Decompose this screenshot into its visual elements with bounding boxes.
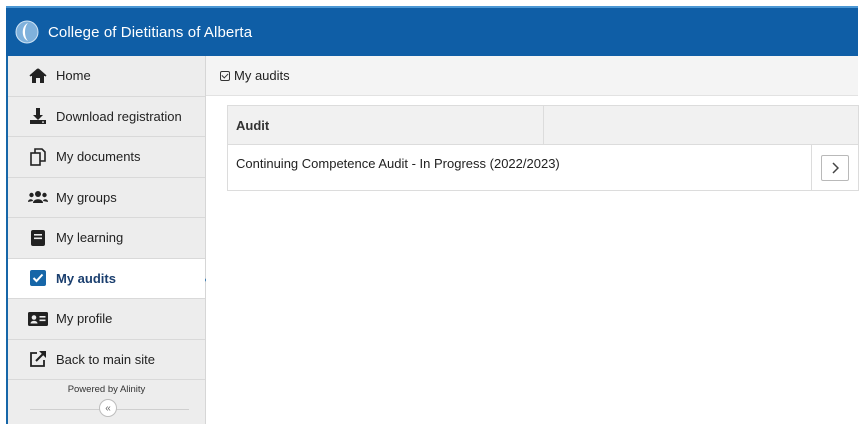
- sidebar-item-label: Back to main site: [56, 351, 155, 367]
- logo-icon: [14, 19, 40, 45]
- breadcrumb: My audits: [206, 56, 858, 96]
- action-cell: [811, 145, 858, 190]
- app-header: College of Dietitians of Alberta: [6, 6, 858, 56]
- sidebar-item-label: My profile: [56, 311, 113, 327]
- home-icon: [28, 66, 48, 86]
- sidebar-item-download-registration[interactable]: Download registration: [8, 97, 205, 137]
- sidebar-collapse-row: «: [8, 397, 205, 421]
- table-row: Continuing Competence Audit - In Progres…: [228, 145, 858, 190]
- book-icon: [28, 228, 48, 248]
- breadcrumb-label: My audits: [234, 68, 290, 83]
- sidebar-item-label: Home: [56, 68, 91, 84]
- app-title: College of Dietitians of Alberta: [48, 23, 253, 41]
- powered-by-text: Powered by Alinity: [67, 384, 146, 395]
- column-header-action: [542, 106, 859, 144]
- external-link-icon: [28, 349, 48, 369]
- checkbox-icon: [220, 70, 230, 81]
- checkbox-icon: [28, 268, 48, 288]
- sidebar-item-back-to-main-site[interactable]: Back to main site: [8, 340, 205, 380]
- sidebar-item-label: My documents: [56, 149, 141, 165]
- main-content: My audits Audit Continuing Competence Au…: [206, 56, 859, 424]
- download-icon: [28, 106, 48, 126]
- audit-name-cell: Continuing Competence Audit - In Progres…: [236, 156, 560, 171]
- collapse-sidebar-button[interactable]: «: [99, 399, 117, 417]
- sidebar: Home Download registration My documents …: [8, 56, 214, 424]
- table-header: Audit: [228, 106, 858, 145]
- sidebar-item-home[interactable]: Home: [8, 56, 205, 97]
- sidebar-item-profile[interactable]: My profile: [8, 299, 205, 340]
- sidebar-item-label: My learning: [56, 230, 124, 246]
- sidebar-item-learning[interactable]: My learning: [8, 218, 205, 259]
- documents-icon: [28, 147, 48, 167]
- sidebar-item-label: Download registration: [56, 108, 182, 124]
- sidebar-item-label: My audits: [56, 270, 116, 286]
- sidebar-item-groups[interactable]: My groups: [8, 178, 205, 218]
- sidebar-item-label: My groups: [56, 189, 117, 205]
- chevron-right-icon: [832, 161, 839, 174]
- groups-icon: [28, 187, 48, 207]
- audits-table: Audit Continuing Competence Audit - In P…: [227, 105, 859, 191]
- double-chevron-left-icon: «: [105, 402, 111, 414]
- column-header-audit: Audit: [236, 117, 270, 133]
- profile-card-icon: [28, 309, 48, 329]
- sidebar-item-documents[interactable]: My documents: [8, 137, 205, 178]
- sidebar-item-audits[interactable]: My audits: [8, 258, 214, 299]
- open-audit-button[interactable]: [821, 154, 849, 181]
